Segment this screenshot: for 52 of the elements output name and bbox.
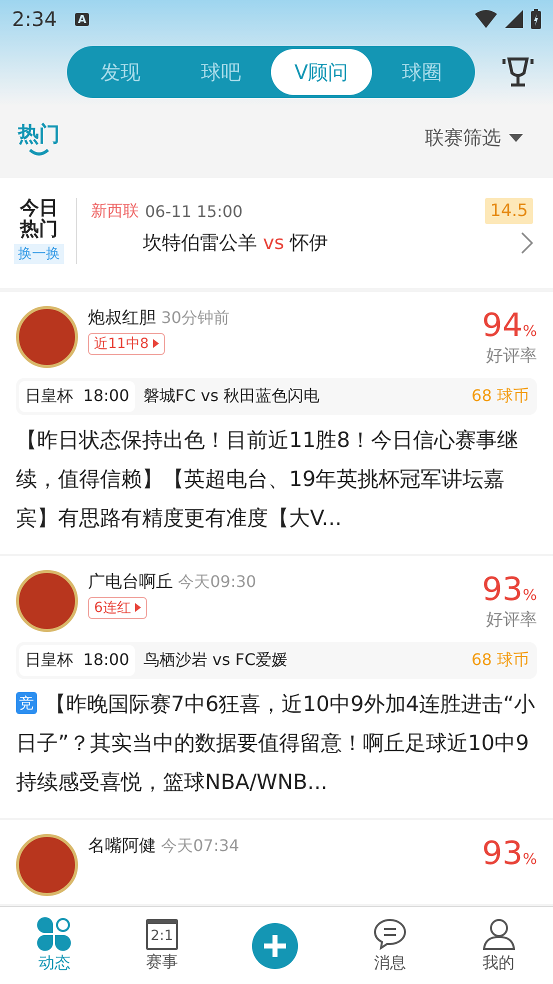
- tab[interactable]: V顾问: [271, 49, 372, 95]
- league-filter-button[interactable]: 联赛筛选: [419, 124, 529, 152]
- rating-value: 94%: [482, 306, 537, 344]
- vs-label: vs: [263, 232, 284, 254]
- keyboard-indicator-icon: A: [74, 12, 90, 26]
- streak-badge[interactable]: 近11中8: [88, 332, 165, 355]
- post-time: 今天07:34: [161, 836, 240, 855]
- post-time: 30分钟前: [161, 308, 230, 327]
- grid-icon: [37, 917, 72, 951]
- match-league-time: 日皇杯 18:00: [19, 380, 136, 412]
- nav-item[interactable]: 2:1 赛事: [146, 918, 178, 972]
- trophy-icon[interactable]: [501, 55, 535, 89]
- team-name: 怀伊: [290, 231, 328, 256]
- match-bar[interactable]: 日皇杯 18:00 鸟栖沙岩 vs FC爱媛 68 球币: [16, 642, 537, 679]
- price: 68 球币: [472, 650, 529, 671]
- team-name: 坎特伯雷公羊: [143, 231, 257, 256]
- signal-icon: [505, 10, 523, 28]
- post-time: 今天09:30: [178, 572, 256, 591]
- league-name: 新西联: [91, 200, 139, 222]
- hot-match-card[interactable]: 今日 热门 换一换 新西联 06-11 15:00 14.5 坎特伯雷公羊 vs 怀伊: [0, 178, 553, 288]
- odds-badge: 14.5: [485, 198, 533, 224]
- lottery-tag: 竞: [16, 692, 37, 714]
- rating-label: 好评率: [485, 608, 537, 631]
- dropdown-caret-icon: [509, 134, 523, 142]
- author-name[interactable]: 名嘴阿健: [88, 836, 156, 856]
- match-league-time: 日皇杯 18:00: [19, 644, 136, 676]
- add-button[interactable]: [252, 922, 298, 968]
- logo-text: 今日 热门: [20, 198, 58, 240]
- rating-value: 93%: [482, 570, 537, 608]
- smile-underline-icon: [28, 148, 50, 156]
- wifi-icon: [475, 10, 497, 28]
- match-teams: 鸟栖沙岩 vs FC爱媛: [143, 650, 288, 671]
- post-text: 【昨日状态保持出色！目前近11胜8！今日信心赛事继续，值得信赖】【英超电台、19年英挑杯冠军讲坛嘉宾】有思路有精度更有准度【大V...: [16, 426, 520, 532]
- post-text: 竞 【昨晚国际赛7中6狂喜，近10中9外加4连胜进击“小日子”？其实当中的数据要值得留意！啊丘足球近10中9持续感受喜悦，篮球NBA/WNB...: [16, 690, 536, 796]
- chat-icon: [373, 917, 408, 951]
- status-time: 2:34: [12, 7, 57, 31]
- person-icon: [482, 917, 516, 951]
- nav-item[interactable]: 我的: [482, 917, 516, 974]
- rating-label: 好评率: [485, 344, 537, 367]
- match-time: 06-11 15:00: [145, 202, 243, 220]
- rating-value: 93%: [482, 834, 537, 872]
- price: 68 球币: [472, 386, 529, 407]
- match-teams: 磐城FC vs 秋田蓝色闪电: [143, 386, 320, 407]
- nav-item[interactable]: 消息: [373, 917, 408, 974]
- streak-badge[interactable]: 6连红: [88, 596, 147, 619]
- battery-icon: [531, 9, 541, 29]
- match-bar[interactable]: 日皇杯 18:00 磐城FC vs 秋田蓝色闪电 68 球币: [16, 378, 537, 415]
- chevron-right-icon: [521, 232, 533, 254]
- nav-item[interactable]: 动态: [37, 917, 72, 974]
- author-name[interactable]: 广电台啊丘: [88, 572, 173, 592]
- author-name[interactable]: 炮叔红胆: [88, 308, 156, 328]
- calendar-icon: 2:1: [146, 918, 178, 950]
